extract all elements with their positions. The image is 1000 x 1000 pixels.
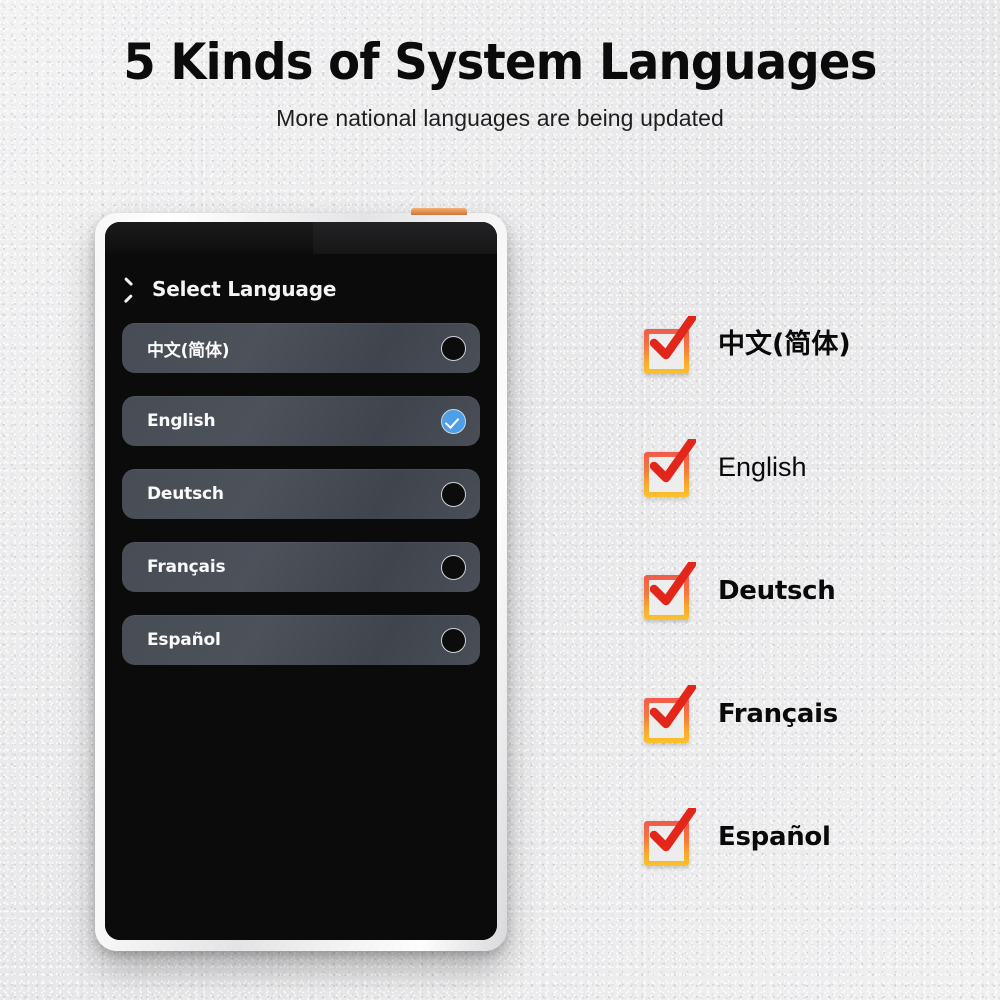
- language-row[interactable]: Deutsch: [122, 469, 480, 519]
- language-row-label: 中文(简体): [147, 340, 230, 361]
- checked-checkbox-icon: [644, 315, 696, 374]
- radio-unselected-icon[interactable]: [441, 627, 466, 653]
- radio-unselected-icon[interactable]: [441, 554, 466, 580]
- checked-checkbox-icon: [644, 561, 696, 620]
- radio-selected-check-icon[interactable]: [441, 408, 466, 434]
- language-checklist: 中文(简体) English Deutsch Français Español: [644, 283, 974, 898]
- red-checkmark-icon: [650, 438, 696, 482]
- checklist-item: Deutsch: [644, 529, 974, 652]
- language-row-label: Français: [147, 557, 226, 577]
- checklist-item-label: Español: [718, 821, 831, 852]
- red-checkmark-icon: [650, 315, 696, 359]
- page-header: 5 Kinds of System Languages More nationa…: [0, 0, 1000, 132]
- checklist-item-label: Français: [718, 698, 838, 729]
- power-button[interactable]: [411, 208, 467, 215]
- language-list: 中文(简体) English Deutsch Français Español: [105, 323, 497, 665]
- language-row[interactable]: Español: [122, 615, 480, 665]
- red-checkmark-icon: [650, 684, 696, 728]
- radio-unselected-icon[interactable]: [441, 335, 466, 361]
- checklist-item: Español: [644, 775, 974, 898]
- language-row-label: Deutsch: [147, 484, 224, 504]
- checked-checkbox-icon: [644, 438, 696, 497]
- language-row-label: English: [147, 411, 216, 431]
- checklist-item: Français: [644, 652, 974, 775]
- checklist-item-label: 中文(简体): [718, 329, 851, 360]
- screen-title: Select Language: [152, 277, 337, 301]
- checklist-item-label: English: [718, 452, 807, 482]
- tablet-screen: Select Language 中文(简体) English Deutsch Fran…: [105, 222, 497, 940]
- red-checkmark-icon: [650, 807, 696, 851]
- checklist-item-label: Deutsch: [718, 575, 836, 606]
- red-checkmark-icon: [650, 561, 696, 605]
- page-title: 5 Kinds of System Languages: [123, 33, 877, 91]
- language-row[interactable]: 中文(简体): [122, 323, 480, 373]
- status-bar: [105, 222, 497, 254]
- tablet-device: Select Language 中文(简体) English Deutsch Fran…: [95, 208, 507, 951]
- page-subtitle: More national languages are being update…: [276, 105, 724, 131]
- checked-checkbox-icon: [644, 684, 696, 743]
- language-row[interactable]: English: [122, 396, 480, 446]
- screen-header: Select Language: [105, 254, 497, 301]
- checked-checkbox-icon: [644, 807, 696, 866]
- radio-unselected-icon[interactable]: [441, 481, 466, 507]
- language-row-label: Español: [147, 630, 221, 650]
- language-row[interactable]: Français: [122, 542, 480, 592]
- checklist-item: 中文(简体): [644, 283, 974, 406]
- screen-body: Select Language 中文(简体) English Deutsch Fran…: [105, 254, 497, 940]
- back-chevron-icon[interactable]: [128, 279, 141, 300]
- checklist-item: English: [644, 406, 974, 529]
